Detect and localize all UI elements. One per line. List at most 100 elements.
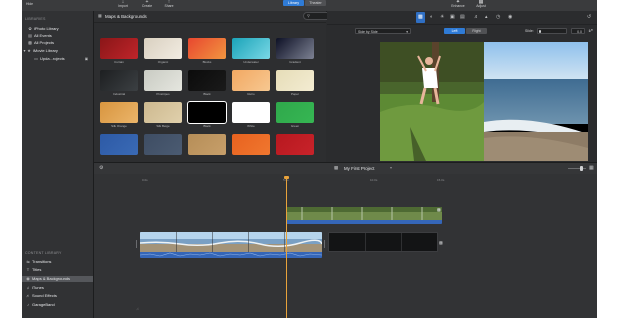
import-label: Import <box>118 4 128 8</box>
tab-library[interactable]: Library <box>283 0 304 6</box>
background-tile[interactable] <box>100 134 138 155</box>
clip-filter-icon[interactable]: ◉ <box>508 14 512 20</box>
sidebar-item-sound-effects[interactable]: ♬ Sound Effects <box>26 293 92 299</box>
video-preview[interactable] <box>380 42 588 161</box>
slide-duration-field[interactable]: 0.0 <box>571 28 585 34</box>
sidebar-item-itunes[interactable]: ♫ iTunes <box>26 285 92 291</box>
create-button[interactable]: + Create <box>140 0 154 9</box>
sidebar-item-label: All Events <box>34 33 52 38</box>
sidebar-item-label: iTunes <box>32 285 44 290</box>
sidebar-item-titles[interactable]: T Titles <box>26 267 92 273</box>
sidebar-item-iphoto-library[interactable]: ✿ iPhoto Library <box>28 26 94 32</box>
import-button[interactable]: ↓ Import <box>116 0 130 9</box>
sidebar-item-label: Transitions <box>32 259 52 264</box>
lock-icon: ▣ <box>84 57 88 61</box>
background-tile[interactable] <box>276 102 314 123</box>
reset-icon[interactable]: ↺ <box>587 14 591 20</box>
background-tile[interactable] <box>232 38 270 59</box>
sidebar-item-label: iPhoto Library <box>34 26 59 31</box>
settings-icon[interactable]: ⚙ <box>99 165 103 171</box>
zoom-slider[interactable] <box>568 166 586 171</box>
titles-icon: T <box>26 267 30 272</box>
speaker-icon: ♬ <box>26 293 30 298</box>
content-browser: ▦ Maps & Backgrounds ⚲ Curtain Organic Blo… <box>94 11 350 162</box>
slide-label: Slide: <box>525 29 534 33</box>
overlay-icon: ▩ <box>437 207 441 212</box>
left-button[interactable]: Left <box>444 28 465 34</box>
sidebar-item-updated-projects[interactable]: ▭ Upda...rojects ▣ <box>34 56 92 62</box>
background-tile[interactable] <box>232 70 270 91</box>
overlay-clip[interactable] <box>286 207 442 224</box>
background-tile[interactable] <box>144 38 182 59</box>
libraries-sidebar: LIBRARIES ✿ iPhoto Library ▤ All Events ▩ A… <box>22 11 94 318</box>
background-tile[interactable] <box>100 102 138 123</box>
tab-theater[interactable]: Theater <box>305 0 326 6</box>
background-tile[interactable] <box>187 101 227 124</box>
picture-in-picture-button[interactable]: ▩ <box>416 12 425 23</box>
speed-icon[interactable]: ◷ <box>496 14 500 20</box>
fullscreen-icon[interactable]: ↗ <box>589 28 593 34</box>
clip-handle[interactable] <box>324 240 325 248</box>
background-tile-label: Black <box>203 124 211 128</box>
background-tile[interactable] <box>188 70 226 91</box>
background-tile[interactable] <box>144 70 182 91</box>
color-balance-icon[interactable]: ◐ <box>430 14 433 20</box>
background-tile-label: White <box>247 124 255 128</box>
stabilization-icon[interactable]: ▤ <box>460 14 465 20</box>
background-tile[interactable] <box>144 134 182 155</box>
zoom-slider-knob[interactable] <box>580 166 583 171</box>
hide-button[interactable]: Hide <box>26 0 40 9</box>
music-icon: ♫ <box>26 285 30 290</box>
main-clip-beach[interactable] <box>140 232 322 258</box>
playhead-handle[interactable] <box>284 176 289 179</box>
crop-icon[interactable]: ▣ <box>450 14 455 20</box>
sidebar-item-transitions[interactable]: ⇋ Transitions <box>26 259 92 265</box>
sidebar-item-garageband[interactable]: ♪ GarageBand <box>26 302 92 308</box>
enhance-button[interactable]: ✦ Enhance <box>450 0 466 9</box>
sidebar-item-label: All Projects <box>34 40 55 45</box>
background-tile[interactable] <box>100 70 138 91</box>
right-button[interactable]: Right <box>466 28 487 34</box>
color-correction-icon[interactable]: ☀ <box>440 14 444 20</box>
background-tile[interactable] <box>276 70 314 91</box>
background-tile[interactable] <box>232 134 270 155</box>
slide-slider[interactable] <box>537 28 567 34</box>
sidebar-item-all-projects[interactable]: ▩ All Projects <box>28 40 94 46</box>
adjust-button[interactable]: ▦ Adjust <box>474 0 488 9</box>
noise-reduction-icon[interactable]: ▴ <box>485 14 488 20</box>
share-button[interactable]: ↑ Share <box>162 0 176 9</box>
background-tile[interactable] <box>188 134 226 155</box>
sidebar-item-label: Titles <box>32 267 42 272</box>
sidebar-item-label: Maps & Backgrounds <box>32 276 71 281</box>
content-library-heading: CONTENT LIBRARY <box>25 251 62 255</box>
overlay-style-select[interactable]: Side by Side ▾ <box>355 28 411 34</box>
project-film-icon: ▩ <box>334 165 339 170</box>
tick-label: 15.0s <box>437 178 445 182</box>
project-title: My First Project <box>344 166 375 171</box>
timeline: 0.0s 5.0s 10.0s 15.0s ▩ <box>94 174 597 318</box>
background-tile[interactable] <box>276 38 314 59</box>
clip-handle[interactable] <box>136 240 137 248</box>
disclosure-icon: ▾ <box>23 48 26 53</box>
viewer: ▩ ◐ ☀ ▣ ▤ ♬ ▴ ◷ ◉ ↺ Side by Side ▾ Left … <box>327 11 597 162</box>
share-label: Share <box>164 4 174 8</box>
sidebar-item-imovie-library[interactable]: ▾ ★ iMovie Library <box>23 48 89 54</box>
background-tile[interactable] <box>276 134 314 155</box>
slider-knob[interactable] <box>539 30 541 33</box>
overlay-icon: ▩ <box>418 14 423 20</box>
film-icon: ▩ <box>28 40 32 45</box>
clip-appearance-icon[interactable]: ▦ <box>589 165 594 171</box>
background-tile[interactable] <box>232 102 270 123</box>
background-tile[interactable] <box>188 38 226 59</box>
libraries-heading: LIBRARIES <box>25 17 46 21</box>
sidebar-item-all-events[interactable]: ▤ All Events <box>28 33 94 39</box>
background-tile[interactable] <box>100 38 138 59</box>
playhead[interactable] <box>284 176 289 318</box>
overlay-clip-thumbnails <box>286 207 442 224</box>
sidebar-item-maps-backgrounds[interactable]: ◉ Maps & Backgrounds <box>22 276 93 282</box>
main-clip-dark[interactable] <box>328 232 438 252</box>
chevron-down-icon[interactable]: ▾ <box>390 165 392 170</box>
preview-frame <box>380 42 588 161</box>
background-tile[interactable] <box>144 102 182 123</box>
volume-icon[interactable]: ♬ <box>474 14 479 20</box>
